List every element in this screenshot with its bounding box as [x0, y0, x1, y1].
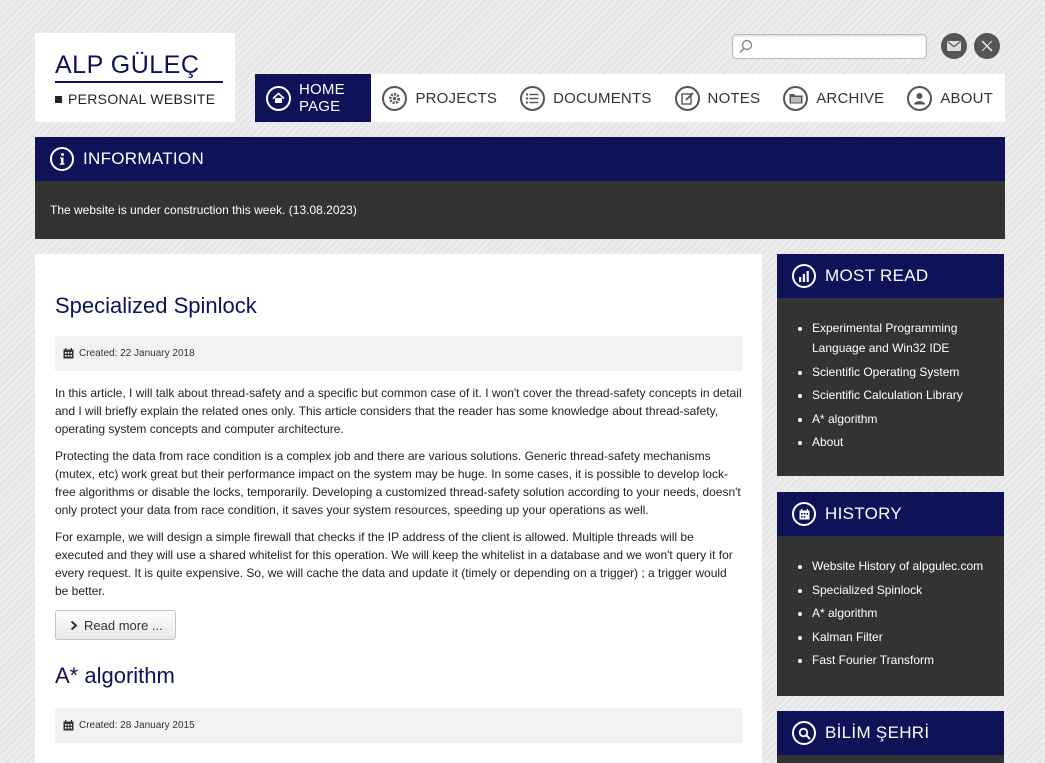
most-read-item[interactable]: Scientific Operating System [812, 362, 992, 382]
history-header: HISTORY [777, 492, 1004, 536]
main-content: Specialized Spinlock Created: 22 January… [35, 254, 762, 763]
calendar-icon [63, 720, 74, 731]
x-twitter-button[interactable] [974, 33, 1000, 59]
folder-icon [783, 85, 809, 111]
site-name: ALP GÜLEÇ [55, 51, 223, 83]
bilim-sehri-panel: BİLİM ŞEHRİ [777, 711, 1004, 763]
most-read-list: Experimental Programming Language and Wi… [777, 298, 1004, 476]
most-read-item[interactable]: A* algorithm [812, 409, 992, 429]
most-read-item[interactable]: Scientific Calculation Library [812, 385, 992, 405]
nav-label: ABOUT [940, 89, 993, 107]
home-icon [266, 85, 291, 111]
most-read-link[interactable]: Scientific Operating System [812, 365, 959, 379]
history-link[interactable]: Website History of alpgulec.com [812, 559, 983, 573]
history-item[interactable]: A* algorithm [812, 603, 992, 623]
nav-item-projects[interactable]: PROJECTS [371, 74, 509, 122]
history-item[interactable]: Specialized Spinlock [812, 580, 992, 600]
chevron-right-icon [70, 620, 78, 630]
information-title: INFORMATION [83, 149, 205, 168]
article-paragraph: In this article, I will talk about threa… [55, 386, 742, 436]
most-read-title: MOST READ [825, 266, 929, 285]
article-title-link[interactable]: Specialized Spinlock [55, 293, 742, 319]
article-paragraph: For example, we will design a simple fir… [55, 530, 733, 598]
site-subtitle-text: PERSONAL WEBSITE [68, 91, 216, 107]
history-title: HISTORY [825, 504, 903, 523]
calendar-icon [63, 348, 74, 359]
main-nav: HOME PAGE PROJECTS DOCUMENTS NOTES ARCHI… [255, 74, 1005, 122]
most-read-link[interactable]: Scientific Calculation Library [812, 388, 963, 402]
information-panel: INFORMATION The website is under constru… [35, 137, 1005, 239]
search-icon [739, 39, 753, 54]
history-item[interactable]: Website History of alpgulec.com [812, 556, 992, 576]
nav-item-archive[interactable]: ARCHIVE [772, 74, 896, 122]
most-read-item[interactable]: Experimental Programming Language and Wi… [812, 318, 992, 358]
bilim-sehri-header: BİLİM ŞEHRİ [777, 711, 1004, 755]
history-item[interactable]: Fast Fourier Transform [812, 650, 992, 670]
most-read-header: MOST READ [777, 254, 1004, 298]
search-icon [792, 721, 816, 745]
most-read-item[interactable]: About [812, 432, 992, 452]
nav-item-home[interactable]: HOME PAGE [255, 74, 372, 122]
x-twitter-icon [981, 40, 993, 52]
read-more-button[interactable]: Read more ... [55, 610, 176, 640]
article-paragraph: Protecting the data from race condition … [55, 449, 741, 517]
nav-item-documents[interactable]: DOCUMENTS [509, 74, 663, 122]
edit-icon [674, 85, 700, 111]
article-meta: Created: 22 January 2018 [55, 336, 742, 371]
search-box[interactable] [732, 34, 927, 59]
article-meta: Created: 28 January 2015 [55, 708, 742, 743]
mail-icon [947, 41, 961, 51]
list-icon [520, 85, 546, 111]
mail-button[interactable] [941, 33, 967, 59]
read-more-label: Read more ... [84, 617, 163, 633]
history-link[interactable]: Fast Fourier Transform [812, 653, 934, 667]
nav-label: HOME PAGE [299, 81, 345, 115]
nav-item-about[interactable]: ABOUT [896, 74, 1005, 122]
site-logo[interactable]: ALP GÜLEÇ PERSONAL WEBSITE [35, 33, 235, 122]
information-header: INFORMATION [35, 137, 1005, 181]
article-created-date: Created: 28 January 2015 [79, 720, 195, 731]
history-link[interactable]: Specialized Spinlock [812, 583, 922, 597]
most-read-link[interactable]: Experimental Programming Language and Wi… [812, 321, 957, 355]
most-read-panel: MOST READ Experimental Programming Langu… [777, 254, 1004, 476]
history-link[interactable]: Kalman Filter [812, 630, 883, 644]
history-link[interactable]: A* algorithm [812, 606, 877, 620]
history-list: Website History of alpgulec.com Speciali… [777, 536, 1004, 696]
nav-label: PROJECTS [415, 89, 498, 107]
article-created-date: Created: 22 January 2018 [79, 348, 195, 359]
bilim-sehri-body [777, 755, 1004, 763]
nav-label: ARCHIVE [816, 89, 885, 107]
bar-chart-icon [792, 264, 816, 288]
bilim-sehri-title: BİLİM ŞEHRİ [825, 723, 930, 742]
search-input[interactable] [757, 37, 922, 56]
nav-item-notes[interactable]: NOTES [664, 74, 773, 122]
user-icon [907, 85, 933, 111]
gear-icon [382, 85, 408, 111]
information-message: The website is under construction this w… [35, 181, 1005, 239]
site-subtitle: PERSONAL WEBSITE [55, 91, 223, 107]
history-panel: HISTORY Website History of alpgulec.com … [777, 492, 1004, 696]
most-read-link[interactable]: A* algorithm [812, 412, 877, 426]
nav-label: NOTES [707, 89, 761, 107]
calendar-icon [792, 502, 816, 526]
square-bullet-icon [55, 95, 62, 103]
nav-label: DOCUMENTS [553, 89, 652, 107]
history-item[interactable]: Kalman Filter [812, 627, 992, 647]
article-title-link[interactable]: A* algorithm [55, 663, 742, 689]
most-read-link[interactable]: About [812, 435, 843, 449]
info-icon [50, 147, 74, 171]
